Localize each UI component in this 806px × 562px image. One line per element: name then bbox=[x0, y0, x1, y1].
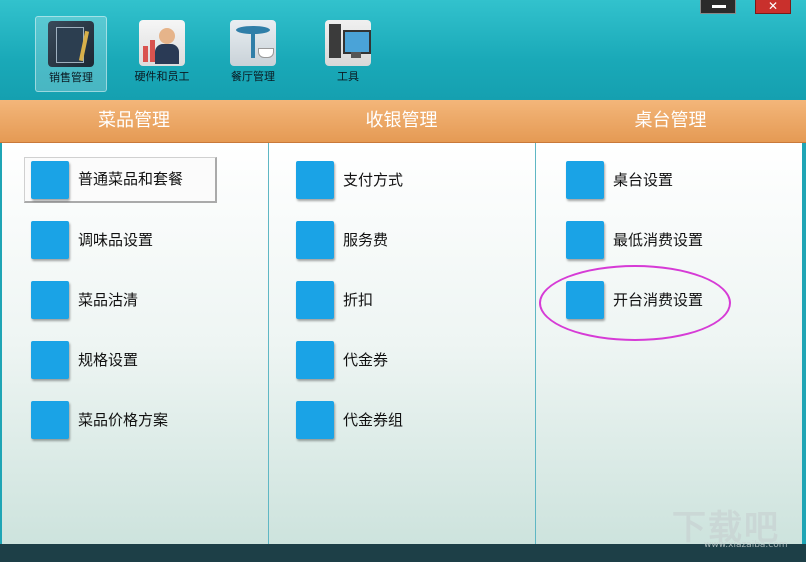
tile-icon bbox=[31, 221, 69, 259]
tile-icon bbox=[31, 281, 69, 319]
tile-icon bbox=[566, 221, 604, 259]
menu-item-label: 最低消费设置 bbox=[613, 231, 704, 249]
tile-icon bbox=[296, 401, 334, 439]
minimize-button[interactable] bbox=[700, 0, 736, 14]
menu-item-label: 调味品设置 bbox=[78, 231, 154, 249]
frame-right bbox=[802, 143, 806, 544]
menu-item-voucher[interactable]: 代金券 bbox=[296, 339, 496, 383]
tile-icon bbox=[31, 401, 69, 439]
menu-item-spec-settings[interactable]: 规格设置 bbox=[31, 339, 231, 383]
menu-item-dish-sold-out[interactable]: 菜品沽清 bbox=[31, 279, 231, 323]
tile-icon bbox=[296, 221, 334, 259]
menu-item-label: 菜品价格方案 bbox=[78, 411, 169, 429]
tile-icon bbox=[31, 341, 69, 379]
column-header-cashier-management: 收银管理 bbox=[365, 110, 438, 131]
menu-item-minimum-charge-settings[interactable]: 最低消费设置 bbox=[566, 219, 766, 263]
tile-icon bbox=[31, 161, 69, 199]
notebook-icon bbox=[48, 21, 94, 67]
column-header-row: 菜品管理 收银管理 桌台管理 bbox=[0, 100, 806, 143]
dining-table-icon bbox=[230, 20, 276, 66]
toolbar-restaurant-management-button[interactable]: 餐厅管理 bbox=[217, 16, 289, 92]
column-header-table-management: 桌台管理 bbox=[634, 110, 707, 131]
menu-item-dish-price-plan[interactable]: 菜品价格方案 bbox=[31, 399, 231, 443]
menu-item-label: 菜品沽清 bbox=[78, 291, 139, 309]
column-header-dish-management: 菜品管理 bbox=[98, 110, 170, 131]
menu-item-label: 规格设置 bbox=[78, 351, 139, 369]
menu-item-discount[interactable]: 折扣 bbox=[296, 279, 496, 323]
toolbar-sales-management-button[interactable]: 销售管理 bbox=[35, 16, 107, 92]
watermark-logo: 下载吧 www.xiazaiba.com bbox=[672, 500, 802, 558]
menu-item-label: 折扣 bbox=[343, 291, 374, 309]
tile-icon bbox=[296, 341, 334, 379]
menu-item-voucher-group[interactable]: 代金券组 bbox=[296, 399, 496, 443]
toolbar-label: 硬件和员工 bbox=[134, 70, 190, 83]
close-button[interactable]: ✕ bbox=[755, 0, 791, 14]
menu-item-label: 桌台设置 bbox=[613, 171, 674, 189]
toolbar-label: 餐厅管理 bbox=[231, 70, 275, 83]
column-divider bbox=[535, 143, 536, 544]
menu-item-label: 普通菜品和套餐 bbox=[78, 170, 184, 188]
watermark-url: www.xiazaiba.com bbox=[704, 540, 788, 550]
highlight-annotation-ellipse bbox=[539, 265, 731, 341]
toolbar-tools-button[interactable]: 工具 bbox=[312, 16, 384, 92]
tile-icon bbox=[566, 161, 604, 199]
menu-item-label: 服务费 bbox=[343, 231, 389, 249]
menu-item-regular-dishes[interactable]: 普通菜品和套餐 bbox=[24, 157, 217, 203]
toolbar-hardware-staff-button[interactable]: 硬件和员工 bbox=[126, 16, 198, 92]
computer-icon bbox=[325, 20, 371, 66]
toolbar-label: 工具 bbox=[337, 70, 359, 83]
main-toolbar: 销售管理 硬件和员工 餐厅管理 工具 ✕ bbox=[0, 0, 806, 100]
menu-item-service-fee[interactable]: 服务费 bbox=[296, 219, 496, 263]
tile-icon bbox=[296, 161, 334, 199]
tile-icon bbox=[296, 281, 334, 319]
staff-chart-icon bbox=[139, 20, 185, 66]
menu-item-seasoning-settings[interactable]: 调味品设置 bbox=[31, 219, 231, 263]
column-divider bbox=[268, 143, 269, 544]
toolbar-label: 销售管理 bbox=[49, 71, 93, 84]
menu-item-table-settings[interactable]: 桌台设置 bbox=[566, 159, 766, 203]
menu-item-label: 代金券组 bbox=[343, 411, 404, 429]
content-panel: 普通菜品和套餐 调味品设置 菜品沽清 规格设置 菜品价格方案 支付方式 服务费 … bbox=[2, 143, 802, 544]
menu-item-label: 代金券 bbox=[343, 351, 389, 369]
menu-item-label: 支付方式 bbox=[343, 171, 404, 189]
menu-item-payment-methods[interactable]: 支付方式 bbox=[296, 159, 496, 203]
